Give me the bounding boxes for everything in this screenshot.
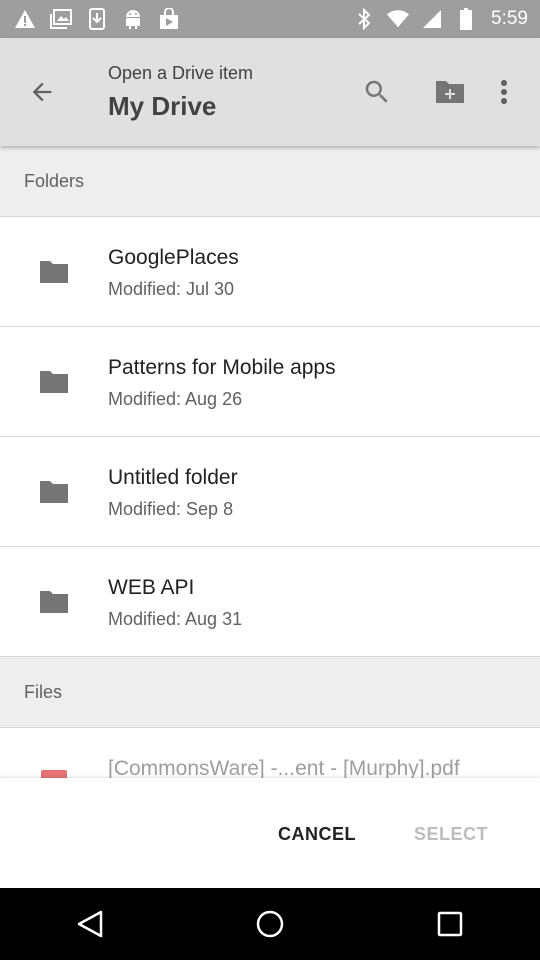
- android-icon: [122, 8, 144, 30]
- nav-back-button[interactable]: [60, 894, 120, 954]
- new-folder-icon: [436, 81, 464, 103]
- signal-icon: [421, 8, 443, 30]
- app-subtitle: Open a Drive item: [108, 63, 254, 83]
- status-time: 5:59: [491, 8, 528, 29]
- status-bar: 5:59: [0, 0, 540, 38]
- folder-name: Patterns for Mobile apps: [108, 356, 336, 379]
- folder-icon: [40, 261, 68, 283]
- bluetooth-icon: [353, 8, 375, 30]
- files-section-header: Files: [0, 657, 540, 728]
- warning-icon: [14, 8, 36, 30]
- folder-modified: Modified: Sep 8: [108, 499, 234, 519]
- new-folder-button[interactable]: [430, 72, 470, 112]
- file-name: [CommonsWare] -...ent - [Murphy].pdf: [108, 757, 460, 778]
- folder-row-web-api[interactable]: WEB API Modified: Aug 31: [0, 547, 540, 657]
- drive-picker-screen: 5:59 Open a Drive item My Drive Folders …: [0, 0, 540, 960]
- image-icon: [50, 8, 72, 30]
- nav-recents-icon: [437, 911, 463, 937]
- nav-home-button[interactable]: [240, 894, 300, 954]
- navigation-bar: [0, 888, 540, 960]
- battery-icon: [455, 8, 477, 30]
- dialog-actions: CANCEL SELECT: [0, 778, 540, 888]
- back-arrow-icon: [32, 82, 52, 102]
- folder-row-untitled[interactable]: Untitled folder Modified: Sep 8: [0, 437, 540, 547]
- status-notifications: [14, 8, 180, 30]
- app-bar: Open a Drive item My Drive: [0, 38, 540, 146]
- folder-modified: Modified: Aug 26: [108, 389, 243, 409]
- drive-item-list[interactable]: Folders GooglePlaces Modified: Jul 30 Pa…: [0, 146, 540, 778]
- folder-modified: Modified: Jul 30: [108, 279, 235, 299]
- status-system: 5:59: [353, 8, 528, 30]
- folder-name: Untitled folder: [108, 466, 238, 489]
- page-title: My Drive: [108, 91, 217, 121]
- search-button[interactable]: [357, 72, 397, 112]
- nav-back-icon: [77, 910, 103, 938]
- folder-icon: [40, 591, 68, 613]
- folders-section-header: Folders: [0, 146, 540, 217]
- nav-recents-button[interactable]: [420, 894, 480, 954]
- select-button[interactable]: SELECT: [402, 820, 500, 849]
- more-options-button[interactable]: [484, 72, 524, 112]
- more-vert-icon: [501, 80, 507, 104]
- back-button[interactable]: [22, 72, 62, 112]
- folder-name: WEB API: [108, 576, 195, 599]
- file-row-commonsware-pdf[interactable]: [CommonsWare] -...ent - [Murphy].pdf: [0, 728, 540, 778]
- cancel-button[interactable]: CANCEL: [266, 820, 368, 849]
- nav-home-icon: [256, 910, 284, 938]
- folder-icon: [40, 481, 68, 503]
- search-icon: [365, 80, 388, 103]
- pdf-icon: [41, 770, 67, 778]
- wifi-icon: [387, 8, 410, 30]
- folder-icon: [40, 371, 68, 393]
- play-store-icon: [158, 8, 180, 30]
- folder-row-googleplaces[interactable]: GooglePlaces Modified: Jul 30: [0, 217, 540, 327]
- folder-name: GooglePlaces: [108, 246, 239, 269]
- folder-row-patterns[interactable]: Patterns for Mobile apps Modified: Aug 2…: [0, 327, 540, 437]
- download-icon: [86, 8, 108, 30]
- folder-modified: Modified: Aug 31: [108, 609, 243, 629]
